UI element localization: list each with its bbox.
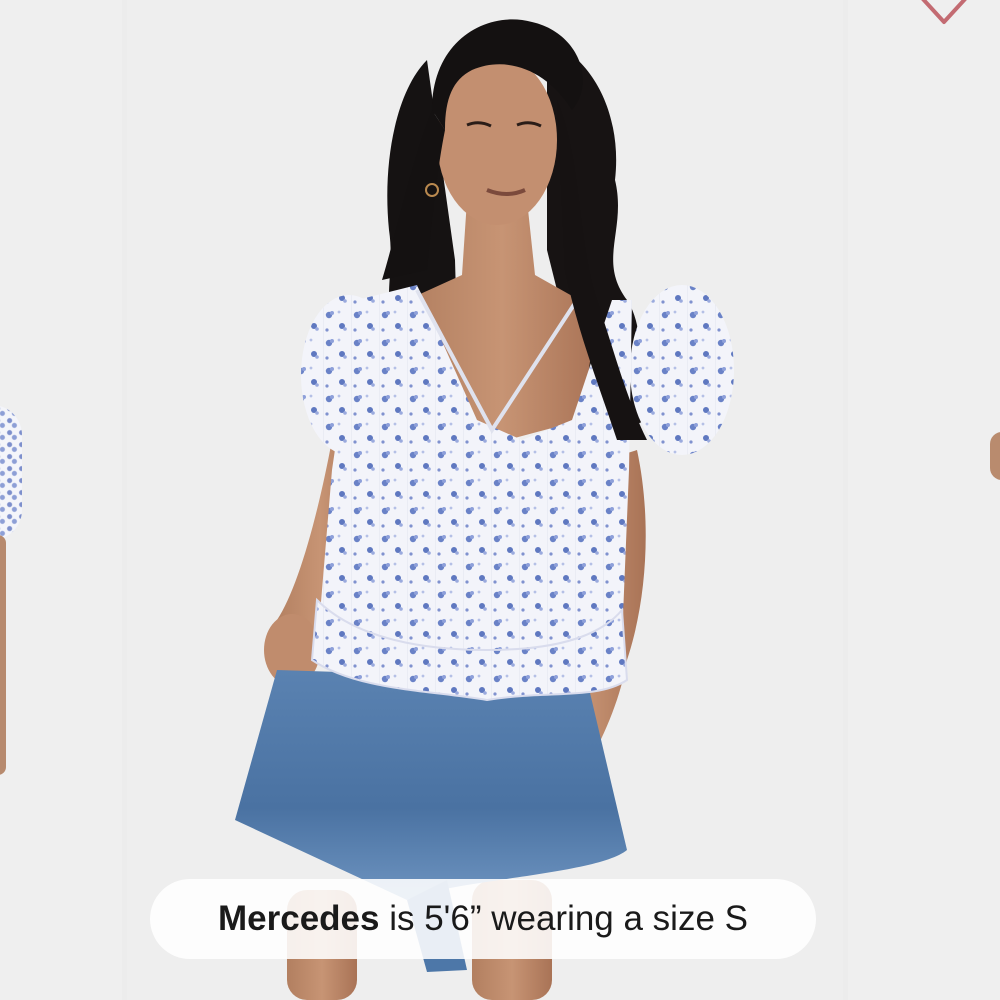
model-size-text: is 5'6” wearing a size S <box>379 899 748 938</box>
carousel-slide-current <box>127 0 843 1000</box>
model-photo <box>235 19 734 1000</box>
model-name: Mercedes <box>218 899 380 938</box>
product-image-carousel[interactable]: Mercedes is 5'6” wearing a size S <box>0 0 1000 1000</box>
previous-slide-sleeve <box>0 405 22 540</box>
model-size-caption: Mercedes is 5'6” wearing a size S <box>150 879 816 959</box>
carousel-slide-next[interactable] <box>848 0 1000 1000</box>
carousel-slide-previous[interactable] <box>0 0 122 1000</box>
next-slide-hand <box>990 432 1000 480</box>
previous-slide-arm <box>0 535 6 775</box>
heart-icon[interactable] <box>916 0 972 28</box>
